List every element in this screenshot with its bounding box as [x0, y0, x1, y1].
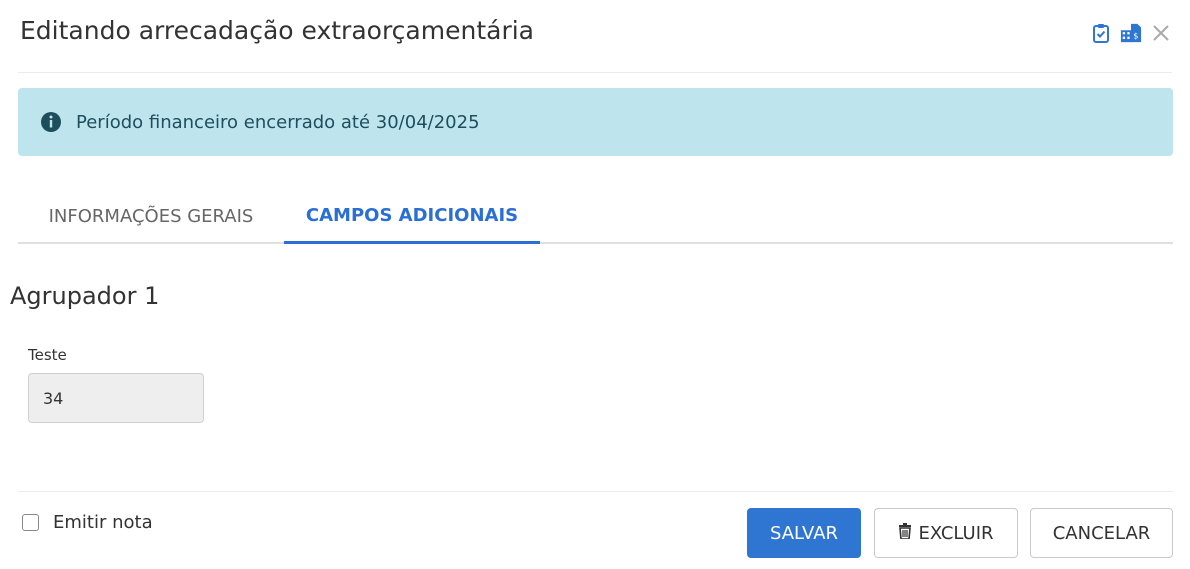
tab-campos-adicionais[interactable]: CAMPOS ADICIONAIS	[284, 190, 540, 244]
group-title: Agrupador 1	[10, 282, 160, 310]
trash-icon	[898, 522, 912, 544]
delete-button[interactable]: EXCLUIR	[874, 508, 1018, 558]
tab-informacoes-gerais[interactable]: INFORMAÇÕES GERAIS	[18, 190, 284, 242]
clipboard-check-icon[interactable]	[1090, 22, 1112, 44]
delete-label: EXCLUIR	[918, 522, 994, 544]
dialog-title: Editando arrecadação extraorçamentária	[20, 16, 534, 45]
checkbox-label: Emitir nota	[53, 512, 153, 533]
field-label-teste: Teste	[28, 346, 67, 364]
checkbox-box[interactable]	[22, 514, 39, 531]
svg-text:$: $	[1133, 31, 1138, 41]
header-actions: $	[1090, 22, 1172, 44]
emitir-nota-checkbox[interactable]: Emitir nota	[22, 512, 153, 533]
footer-divider	[18, 491, 1173, 492]
dialog-header: Editando arrecadação extraorçamentária $	[18, 0, 1172, 73]
close-icon[interactable]	[1150, 22, 1172, 44]
info-icon	[40, 111, 62, 133]
cancel-button[interactable]: CANCELAR	[1030, 508, 1173, 558]
building-document-icon[interactable]: $	[1120, 22, 1142, 44]
info-alert: Período financeiro encerrado até 30/04/2…	[18, 88, 1173, 156]
teste-input[interactable]: 34	[28, 373, 204, 423]
alert-text: Período financeiro encerrado até 30/04/2…	[76, 111, 480, 133]
tab-bar: INFORMAÇÕES GERAIS CAMPOS ADICIONAIS	[18, 190, 1173, 244]
save-button[interactable]: SALVAR	[747, 508, 861, 558]
